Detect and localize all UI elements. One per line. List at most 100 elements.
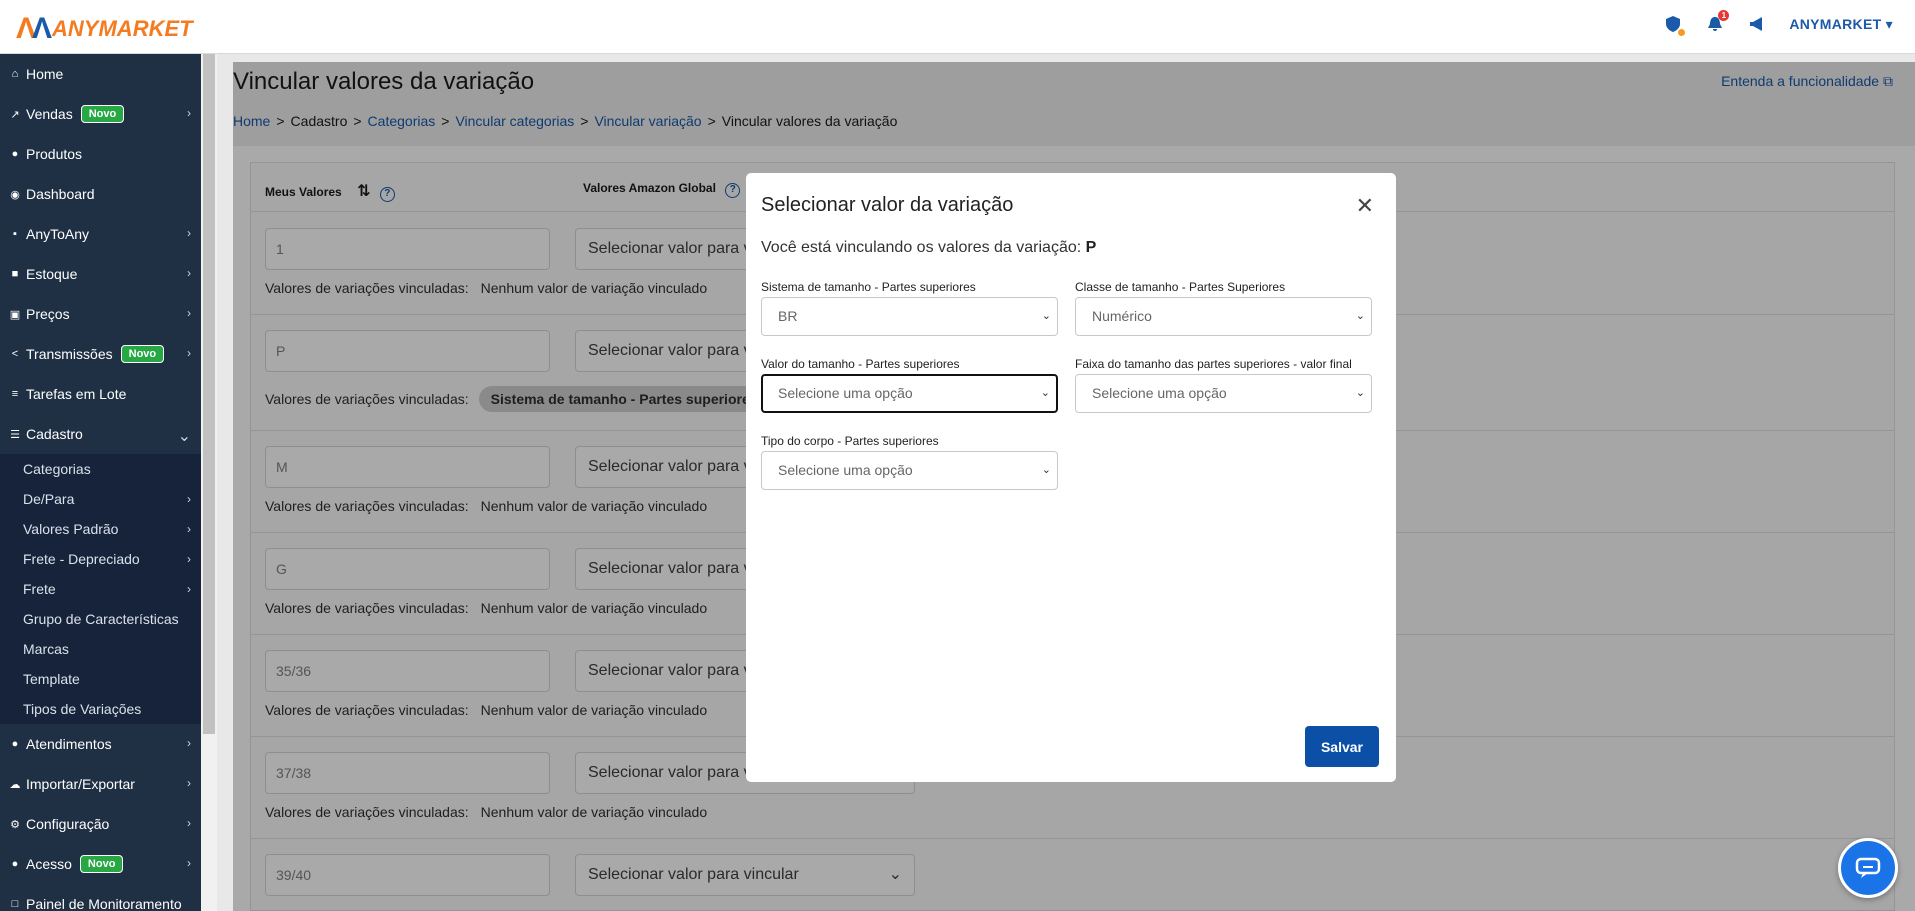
sistema-select[interactable]: BR ⌄ [761, 297, 1058, 336]
sidebar-subitem-categorias[interactable]: Categorias [0, 454, 201, 484]
my-value-input[interactable]: 39/40 [265, 854, 550, 896]
sidebar-scroll-thumb[interactable] [203, 54, 215, 734]
breadcrumb: Home > Cadastro > Categorias > Vincular cat… [233, 113, 898, 129]
sidebar-item-atendimentos[interactable]: ● Atendimentos › [0, 724, 201, 764]
sidebar-subitem-de-para[interactable]: De/Para › [0, 484, 201, 514]
tipo-select[interactable]: Selecione uma opção ⌄ [761, 451, 1058, 490]
sidebar-item-dashboard[interactable]: ◉ Dashboard [0, 174, 201, 214]
help-circle-icon[interactable]: ? [725, 183, 741, 198]
sidebar-item-label: Configuração [26, 816, 110, 832]
amazon-value-select[interactable]: Selecionar valor para vincular ⌄ [575, 854, 915, 896]
cloud-icon: ☁ [9, 778, 21, 791]
my-value-input[interactable]: P [265, 330, 550, 372]
chat-icon[interactable] [1838, 838, 1898, 898]
anymarket-logo[interactable]: ΛΛ ANYMARKET [16, 12, 193, 46]
money-icon: ▣ [9, 308, 21, 321]
sidebar-item-tarefas-em-lote[interactable]: ≡ Tarefas em Lote [0, 374, 201, 414]
sidebar-subitem-valores-padr-o[interactable]: Valores Padrão › [0, 514, 201, 544]
sidebar-item-painel-de-monitoramento[interactable]: □ Painel de Monitoramento [0, 884, 201, 911]
sidebar-subitem-marcas[interactable]: Marcas [0, 634, 201, 664]
novo-badge: Novo [80, 105, 125, 123]
col-amazon-global: Valores Amazon Global ? [583, 181, 741, 198]
classe-label: Classe de tamanho - Partes Superiores [1075, 280, 1286, 294]
chevron-right-icon: › [187, 736, 191, 750]
sidebar-subitem-label: Valores Padrão [23, 521, 119, 537]
gear-icon: ⚙ [10, 818, 20, 831]
linked-value: Nenhum valor de variação vinculado [480, 804, 708, 820]
chevron-right-icon: › [187, 856, 191, 870]
sidebar-item-estoque[interactable]: ■ Estoque › [0, 254, 201, 294]
linked-values: Valores de variações vinculadas: Nenhum v… [265, 498, 707, 514]
home-icon: ⌂ [11, 68, 19, 80]
sidebar-subitem-template[interactable]: Template [0, 664, 201, 694]
chevron-down-icon: ⌄ [1041, 464, 1051, 476]
modal-subtitle: Você está vinculando os valores da varia… [761, 239, 1097, 256]
sidebar-subitem-label: Template [23, 671, 80, 687]
linked-label: Valores de variações vinculadas: [265, 702, 469, 718]
modal-title: Selecionar valor da variação [761, 194, 1014, 216]
megaphone-icon[interactable] [1747, 14, 1767, 34]
boxes-icon: ■ [11, 268, 19, 280]
sidebar-subitem-label: Tipos de Variações [23, 701, 142, 717]
sidebar-subitem-label: Categorias [23, 461, 91, 477]
my-value-input[interactable]: 37/38 [265, 752, 550, 794]
sidebar-subitem-frete[interactable]: Frete › [0, 574, 201, 604]
faixa-select[interactable]: Selecione uma opção ⌄ [1075, 374, 1372, 413]
sidebar-subitem-frete-depreciado[interactable]: Frete - Depreciado › [0, 544, 201, 574]
sidebar-item-anytoany[interactable]: ▪ AnyToAny › [0, 214, 201, 254]
linked-label: Valores de variações vinculadas: [265, 391, 469, 407]
chevron-down-icon: ⌄ [1355, 310, 1365, 322]
cadastro-submenu: Categorias De/Para › Valores Padrão › Frete -… [0, 454, 201, 724]
linked-value: Nenhum valor de variação vinculado [480, 280, 708, 296]
user-menu[interactable]: ANYMARKET ▾ [1789, 16, 1893, 33]
linked-label: Valores de variações vinculadas: [265, 280, 469, 296]
linked-values: Valores de variações vinculadas: Nenhum v… [265, 702, 707, 718]
sidebar-item-label: Tarefas em Lote [26, 386, 127, 402]
sidebar-item-label: Home [26, 66, 64, 82]
sidebar-item-importar-exportar[interactable]: ☁ Importar/Exportar › [0, 764, 201, 804]
breadcrumb-home[interactable]: Home [233, 113, 270, 129]
select-variation-modal: Selecionar valor da variação ✕ Você está… [746, 173, 1396, 782]
sidebar-subitem-grupo-de-caracter-sticas[interactable]: Grupo de Características [0, 604, 201, 634]
my-value-input[interactable]: G [265, 548, 550, 590]
bell-icon[interactable]: 1 [1705, 10, 1730, 34]
sidebar-item-label: Painel de Monitoramento [26, 896, 182, 911]
help-link[interactable]: Entenda a funcionalidade ⧉ [1721, 73, 1893, 90]
sidebar-item-label: AnyToAny [26, 226, 90, 242]
sidebar-item-produtos[interactable]: ● Produtos [0, 134, 201, 174]
shield-icon[interactable] [1663, 14, 1686, 36]
top-bar: ΛΛ ANYMARKET 1 ANYMARKET ▾ [0, 0, 1915, 54]
sidebar-item-acesso[interactable]: ● Acesso Novo › [0, 844, 201, 884]
sidebar: ⌂ Home ↗ Vendas Novo › ● Produtos ◉ Dashboard ▪ Any… [0, 54, 201, 911]
save-button[interactable]: Salvar [1305, 726, 1379, 767]
breadcrumb-categorias[interactable]: Categorias [368, 113, 436, 129]
chevron-right-icon: › [187, 106, 191, 120]
my-value-input[interactable]: M [265, 446, 550, 488]
sidebar-subitem-tipos-de-varia-es[interactable]: Tipos de Variações [0, 694, 201, 724]
my-value-input[interactable]: 1 [265, 228, 550, 270]
sidebar-item-label: Cadastro [26, 426, 83, 442]
sistema-label: Sistema de tamanho - Partes superiores [761, 280, 976, 294]
linked-values: Valores de variações vinculadas: Sistema … [265, 386, 770, 412]
sidebar-item-pre-os[interactable]: ▣ Preços › [0, 294, 201, 334]
sidebar-item-transmiss-es[interactable]: < Transmissões Novo › [0, 334, 201, 374]
breadcrumb-vincular-categorias[interactable]: Vincular categorias [455, 113, 574, 129]
sidebar-item-cadastro[interactable]: ☰ Cadastro ⌄ [0, 414, 201, 454]
linked-value: Nenhum valor de variação vinculado [480, 600, 708, 616]
tipo-label: Tipo do corpo - Partes superiores [761, 434, 939, 448]
sidebar-item-configura-o[interactable]: ⚙ Configuração › [0, 804, 201, 844]
valor-select[interactable]: Selecione uma opção ⌄ [761, 374, 1058, 413]
linked-chip[interactable]: Sistema de tamanho - Partes superiores [478, 386, 770, 412]
classe-select[interactable]: Numérico ⌄ [1075, 297, 1372, 336]
product-icon: ● [11, 148, 19, 160]
sidebar-item-home[interactable]: ⌂ Home [0, 54, 201, 94]
help-circle-icon[interactable]: ? [379, 187, 395, 202]
chevron-right-icon: › [187, 522, 191, 536]
my-value-input[interactable]: 35/36 [265, 650, 550, 692]
linked-label: Valores de variações vinculadas: [265, 600, 469, 616]
sidebar-item-vendas[interactable]: ↗ Vendas Novo › [0, 94, 201, 134]
sort-icon[interactable]: ⇅ [357, 183, 370, 200]
sidebar-item-label: Produtos [26, 146, 83, 162]
breadcrumb-vincular-variacao[interactable]: Vincular variação [594, 113, 701, 129]
close-icon[interactable]: ✕ [1356, 193, 1374, 219]
